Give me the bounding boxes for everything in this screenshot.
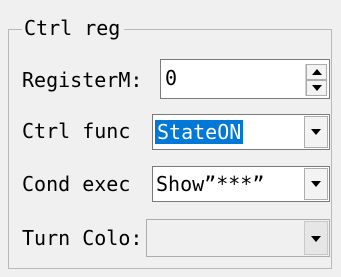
groupbox-title: Ctrl reg [22, 15, 125, 41]
cond-exec-value[interactable]: Show”***” [156, 171, 264, 197]
ctrl-func-dropdown-button[interactable] [304, 116, 328, 148]
dropdown-arrow-icon [311, 236, 321, 242]
spin-down-button[interactable] [306, 80, 327, 96]
ctrl-func-label: Ctrl func [22, 119, 131, 143]
register-m-value[interactable]: 0 [165, 65, 177, 91]
turn-colo-dropdown-button[interactable] [304, 221, 328, 255]
turn-colo-label: Turn Colo: [22, 226, 143, 250]
cond-exec-combo[interactable]: Show”***” [152, 166, 330, 202]
register-m-label: RegisterM: [22, 68, 143, 92]
spin-down-arrow-icon [312, 85, 322, 91]
register-m-spinbox[interactable]: 0 [160, 59, 330, 99]
turn-colo-combo[interactable] [146, 219, 330, 257]
spin-up-arrow-icon [312, 69, 322, 75]
dropdown-arrow-icon [311, 181, 321, 187]
spin-up-button[interactable] [306, 64, 327, 80]
ctrl-func-combo[interactable]: StateON [152, 114, 330, 150]
dropdown-arrow-icon [311, 129, 321, 135]
register-m-spinner[interactable] [305, 64, 327, 96]
cond-exec-dropdown-button[interactable] [304, 168, 328, 200]
cond-exec-label: Cond exec [22, 172, 131, 196]
ctrl-func-selected-value[interactable]: StateON [155, 120, 244, 144]
